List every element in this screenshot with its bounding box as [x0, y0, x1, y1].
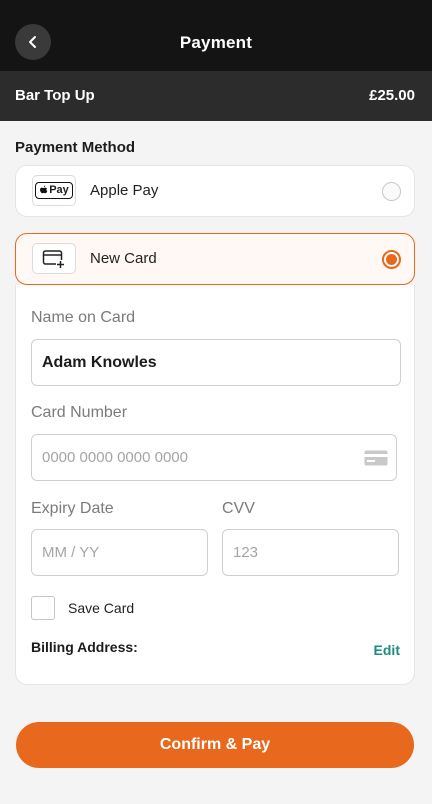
- apple-pay-icon-box: Pay: [32, 175, 76, 206]
- card-details-form: Name on Card Adam Knowles Card Number 00…: [15, 285, 415, 685]
- save-card-checkbox[interactable]: [31, 596, 55, 620]
- payment-option-new-card[interactable]: New Card: [15, 233, 415, 285]
- order-item-label: Bar Top Up: [15, 87, 95, 104]
- credit-card-icon: [364, 450, 388, 466]
- cvv-placeholder: 123: [233, 544, 259, 561]
- card-number-placeholder: 0000 0000 0000 0000: [42, 449, 188, 466]
- cvv-label: CVV: [222, 500, 255, 517]
- payment-option-label: Apple Pay: [90, 182, 159, 199]
- order-summary-bar: Bar Top Up £25.00: [0, 71, 432, 121]
- payment-option-label: New Card: [90, 250, 157, 267]
- expiry-placeholder: MM / YY: [42, 544, 100, 561]
- save-card-label: Save Card: [68, 600, 135, 616]
- payment-method-heading: Payment Method: [15, 139, 136, 156]
- new-card-radio[interactable]: [382, 250, 401, 269]
- name-on-card-label: Name on Card: [31, 309, 136, 326]
- apple-pay-icon-text: Pay: [49, 184, 69, 196]
- card-number-input[interactable]: 0000 0000 0000 0000: [31, 434, 397, 481]
- page-title: Payment: [179, 33, 253, 52]
- apple-pay-icon: Pay: [35, 182, 73, 199]
- order-amount: £25.00: [369, 87, 415, 104]
- payment-option-apple-pay[interactable]: Pay Apple Pay: [15, 165, 415, 217]
- apple-pay-radio[interactable]: [382, 182, 401, 201]
- confirm-and-pay-button[interactable]: Confirm & Pay: [16, 722, 414, 768]
- cvv-input[interactable]: 123: [222, 529, 399, 576]
- expiry-date-label: Expiry Date: [31, 500, 114, 517]
- add-card-icon-box: [32, 243, 76, 274]
- expiry-date-input[interactable]: MM / YY: [31, 529, 208, 576]
- name-on-card-input[interactable]: Adam Knowles: [31, 339, 401, 386]
- add-card-icon: [42, 249, 65, 268]
- card-number-label: Card Number: [31, 404, 128, 421]
- apple-logo-icon: [40, 185, 48, 194]
- app-header: Payment: [0, 0, 432, 71]
- billing-address-label: Billing Address:: [31, 639, 138, 655]
- edit-billing-address-link[interactable]: Edit: [374, 642, 400, 658]
